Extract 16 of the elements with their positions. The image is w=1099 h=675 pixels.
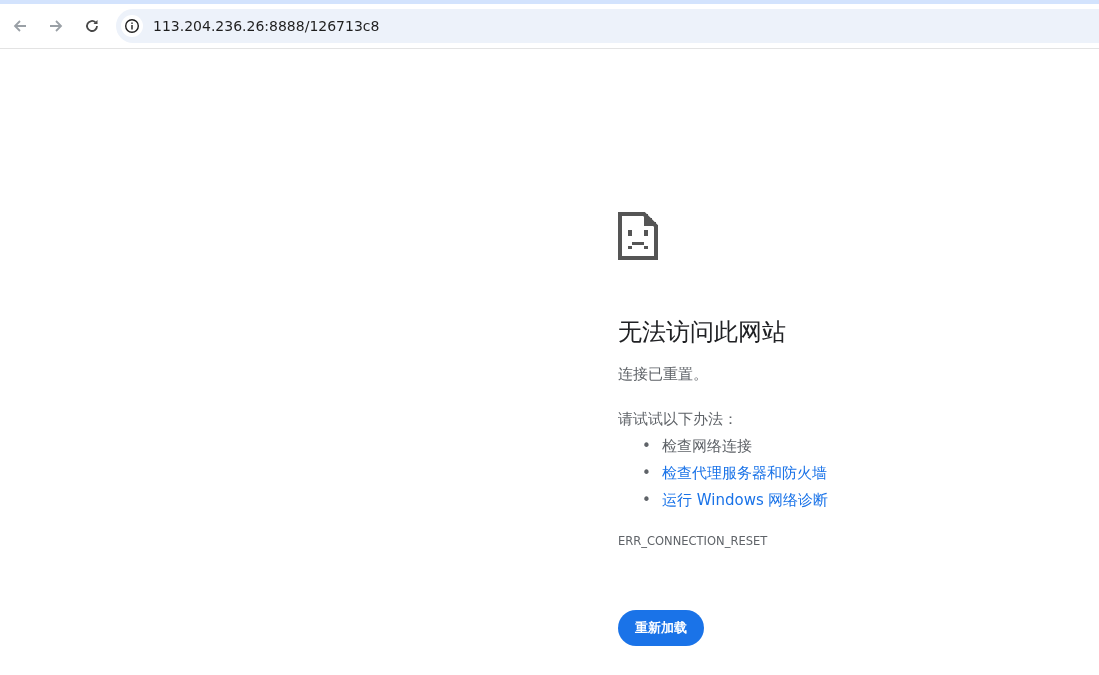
suggestion-link[interactable]: 运行 Windows 网络诊断 bbox=[662, 487, 829, 514]
bullet: • bbox=[642, 490, 652, 511]
error-title: 无法访问此网站 bbox=[618, 317, 787, 348]
info-icon[interactable] bbox=[121, 15, 143, 37]
error-message: 连接已重置。 bbox=[618, 364, 709, 384]
reload-icon bbox=[83, 17, 101, 35]
suggestion-link[interactable]: 检查代理服务器和防火墙 bbox=[662, 460, 827, 487]
bullet: • bbox=[642, 463, 652, 484]
bullet: • bbox=[642, 436, 652, 457]
error-code: ERR_CONNECTION_RESET bbox=[618, 534, 769, 548]
reload-page-button[interactable]: 重新加载 bbox=[618, 610, 704, 646]
suggestion-text: 检查网络连接 bbox=[662, 436, 752, 457]
url-text: 113.204.236.26:8888/126713c8 bbox=[153, 18, 380, 34]
address-bar[interactable]: 113.204.236.26:8888/126713c8 bbox=[116, 9, 1099, 43]
sad-page-icon bbox=[618, 212, 658, 260]
suggestions-heading: 请试试以下办法： bbox=[618, 409, 739, 429]
